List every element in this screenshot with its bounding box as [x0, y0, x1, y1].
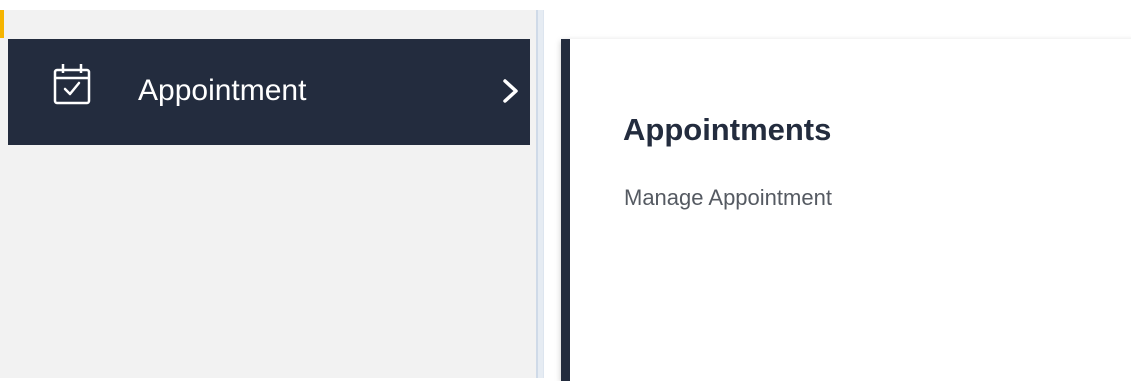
sidebar: Appointment [0, 10, 536, 378]
active-accent-bar [0, 10, 4, 38]
card-title: Appointments [623, 112, 832, 147]
calendar-check-icon [52, 63, 92, 107]
card-subtitle: Manage Appointment [624, 185, 832, 210]
sidebar-item-label: Appointment [138, 74, 307, 107]
chevron-right-icon[interactable] [500, 75, 522, 107]
appointments-card[interactable]: Appointments Manage Appointment [561, 39, 1131, 381]
sidebar-item-appointment[interactable]: Appointment [8, 39, 530, 145]
panel-divider[interactable] [536, 10, 544, 378]
